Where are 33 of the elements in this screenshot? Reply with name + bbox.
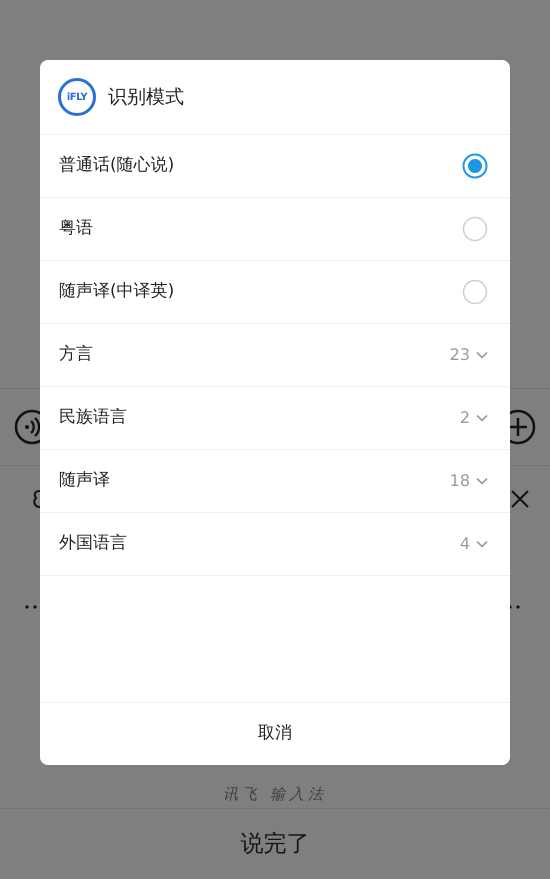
close-icon[interactable] bbox=[510, 489, 530, 509]
option-label: 民族语言 bbox=[59, 406, 128, 430]
option-row[interactable]: 粤语 bbox=[40, 198, 510, 261]
option-row[interactable]: 外国语言 4 bbox=[40, 513, 510, 576]
option-row[interactable]: 方言 23 bbox=[40, 324, 510, 387]
radio-button[interactable] bbox=[462, 216, 488, 242]
option-label: 随声译 bbox=[59, 469, 111, 492]
chevron-down-icon bbox=[476, 351, 488, 359]
dots-icon bbox=[25, 605, 37, 609]
option-count: 18 bbox=[450, 470, 470, 492]
option-label: 普通话(随心说) bbox=[59, 154, 176, 178]
radio-button[interactable] bbox=[462, 153, 488, 179]
shape-icon[interactable] bbox=[32, 489, 42, 509]
dialog-title: 识别模式 bbox=[108, 84, 184, 110]
option-row[interactable]: 随声译(中译英) bbox=[40, 261, 510, 324]
option-label: 粤语 bbox=[59, 217, 94, 240]
radio-button[interactable] bbox=[462, 279, 488, 305]
ifly-logo: iFLY bbox=[58, 78, 96, 116]
chevron-down-icon bbox=[476, 540, 488, 548]
brand-label: 讯飞 输入法 bbox=[223, 785, 327, 803]
option-label: 随声译(中译英) bbox=[59, 280, 176, 304]
chevron-down-icon bbox=[476, 477, 488, 485]
option-row[interactable]: 随声译 18 bbox=[40, 450, 510, 513]
option-count: 23 bbox=[450, 344, 470, 366]
option-row[interactable]: 普通话(随心说) bbox=[40, 135, 510, 198]
option-count: 4 bbox=[460, 533, 470, 555]
chevron-down-icon bbox=[476, 414, 488, 422]
option-label: 方言 bbox=[59, 343, 94, 366]
option-row[interactable]: 民族语言 2 bbox=[40, 387, 510, 450]
option-count: 2 bbox=[460, 407, 470, 429]
cancel-button[interactable]: 取消 bbox=[40, 702, 510, 765]
option-label: 外国语言 bbox=[59, 532, 128, 556]
done-label[interactable]: 说完了 bbox=[240, 833, 310, 856]
